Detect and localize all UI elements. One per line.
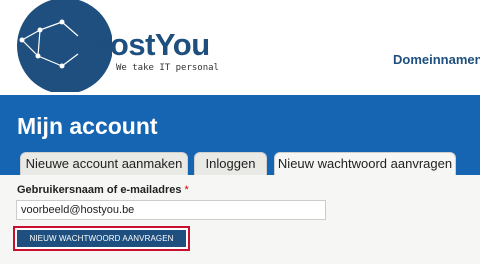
tab-new-account[interactable]: Nieuwe account aanmaken xyxy=(20,152,188,175)
brand-tagline: We take IT personal xyxy=(116,63,219,73)
brand-name[interactable]: HostYou xyxy=(88,27,210,63)
username-label-text: Gebruikersnaam of e-mailadres xyxy=(17,184,182,196)
tab-login[interactable]: Inloggen xyxy=(194,152,267,175)
username-input[interactable] xyxy=(16,200,326,220)
tab-new-password[interactable]: Nieuw wachtwoord aanvragen xyxy=(274,152,456,176)
page-title: Mijn account xyxy=(17,113,158,139)
username-label: Gebruikersnaam of e-mailadres * xyxy=(17,184,189,197)
required-marker: * xyxy=(184,184,189,196)
request-password-button[interactable]: NIEUW WACHTWOORD AANVRAGEN xyxy=(17,230,186,247)
nav-link-domains[interactable]: Domeinnamen xyxy=(393,52,480,68)
